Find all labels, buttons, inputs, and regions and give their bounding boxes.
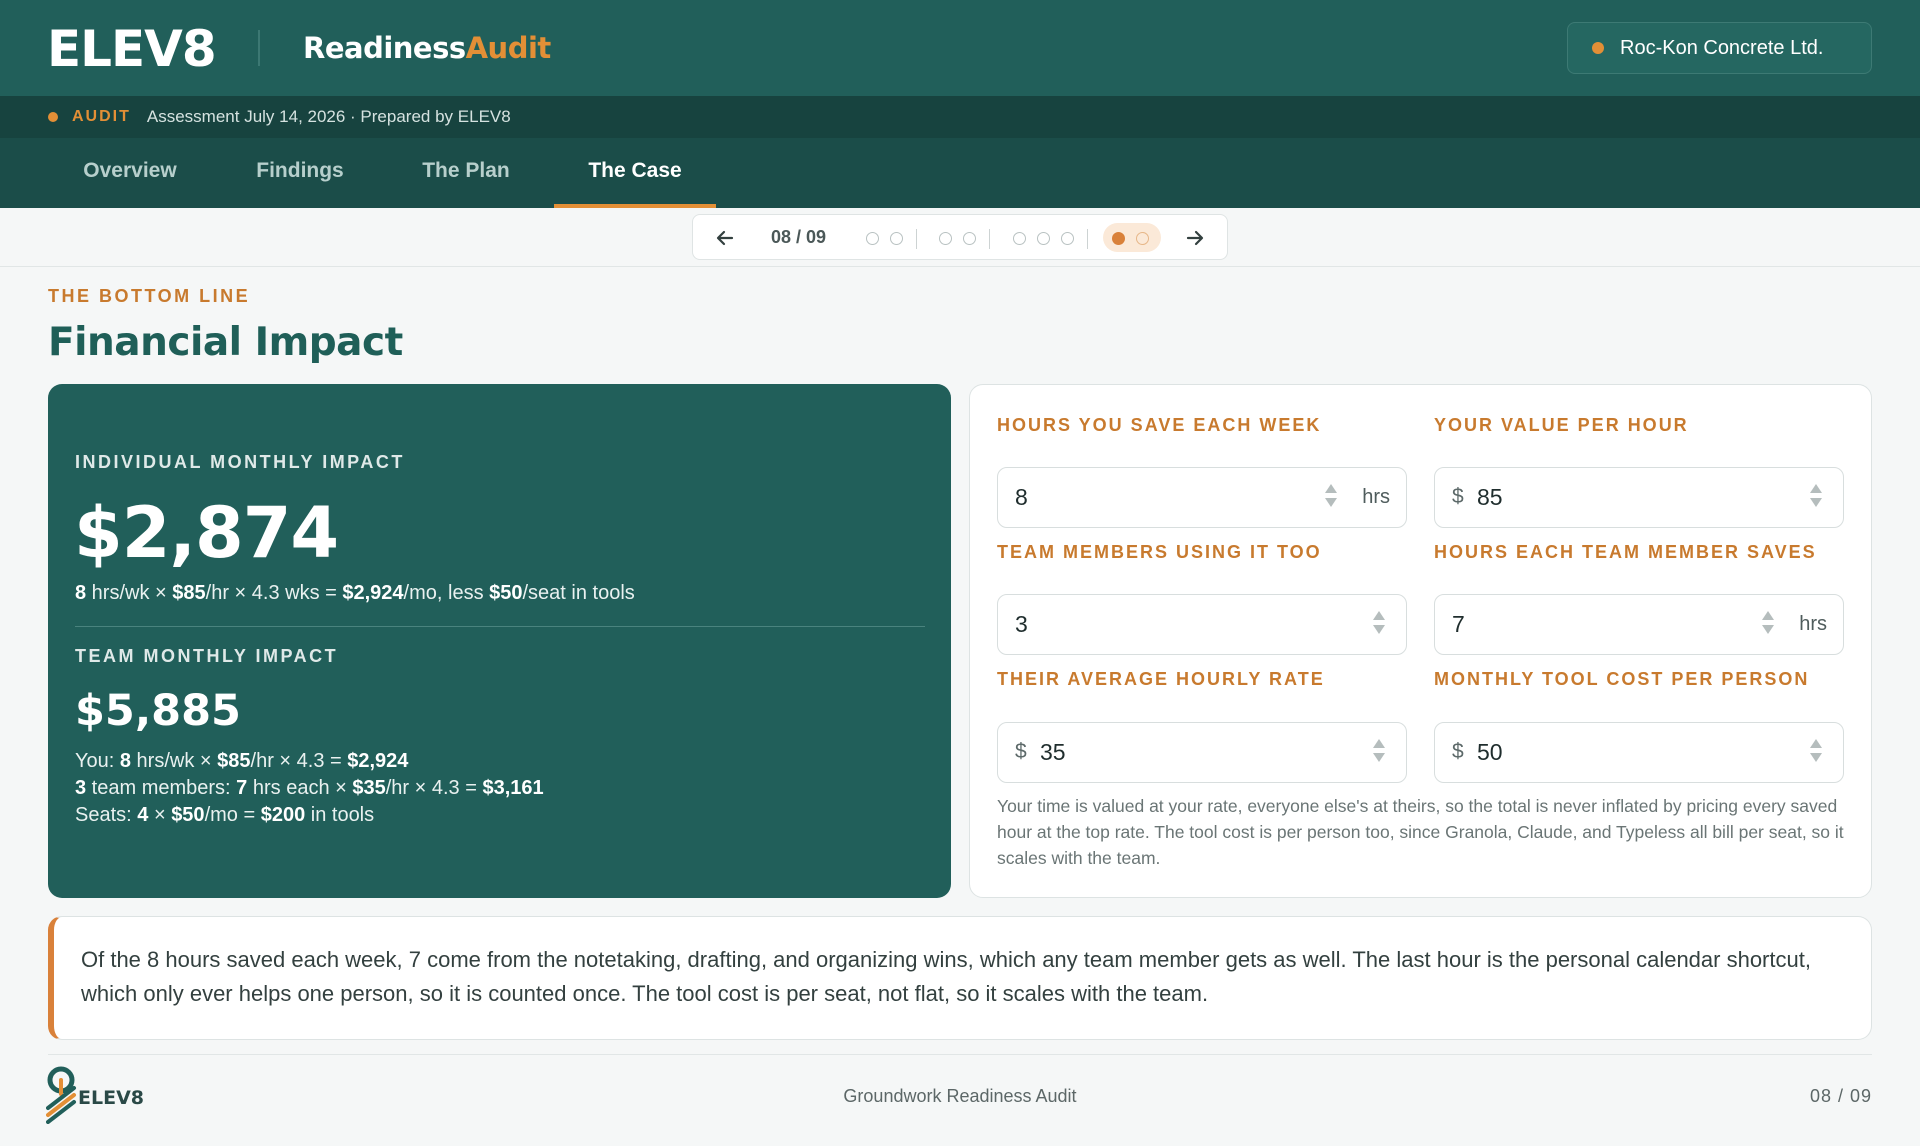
- pager-separator: [989, 229, 990, 249]
- pager-dot-2[interactable]: [890, 232, 903, 245]
- pager-separator: [1087, 229, 1088, 249]
- hours-saved-value[interactable]: 8: [1015, 484, 1028, 511]
- slide-pager: 08 / 09: [692, 214, 1228, 260]
- tool-cost-label: MONTHLY TOOL COST PER PERSON: [1434, 669, 1810, 689]
- pager-dot-9[interactable]: [1136, 232, 1149, 245]
- hours-saved-label: HOURS YOU SAVE EACH WEEK: [997, 415, 1322, 435]
- callout-text: Of the 8 hours saved each week, 7 come f…: [81, 947, 1811, 1006]
- team-members-input[interactable]: 3: [997, 594, 1407, 655]
- footer-title: Groundwork Readiness Audit: [843, 1086, 1077, 1106]
- pager-dot-6[interactable]: [1037, 232, 1050, 245]
- member-hours-label: HOURS EACH TEAM MEMBER SAVES: [1434, 542, 1817, 562]
- arrow-right-icon[interactable]: [1185, 228, 1205, 248]
- hourly-value-label: YOUR VALUE PER HOUR: [1434, 415, 1689, 435]
- stepper-icon[interactable]: [1372, 739, 1386, 767]
- section-eyebrow: THE BOTTOM LINE: [48, 286, 251, 306]
- stepper-icon[interactable]: [1372, 611, 1386, 639]
- product-name-accent: Audit: [465, 31, 552, 65]
- stepper-icon[interactable]: [1809, 484, 1823, 512]
- calculator-form: HOURS YOU SAVE EACH WEEK 8 hrs YOUR VALU…: [969, 384, 1872, 898]
- product-name-main: Readiness: [303, 31, 466, 65]
- tab-the-plan[interactable]: The Plan: [393, 138, 539, 208]
- team-impact-value: $5,885: [75, 686, 241, 736]
- pager-dot-1[interactable]: [866, 232, 879, 245]
- individual-impact-value: $2,874: [74, 492, 339, 574]
- tab-overview[interactable]: Overview: [48, 138, 212, 208]
- calculation-note: Your time is valued at your rate, everyo…: [997, 796, 1844, 868]
- footer-page-number: 08 / 09: [1809, 1086, 1872, 1106]
- audit-tag: AUDIT: [72, 108, 131, 125]
- hours-saved-input[interactable]: 8 hrs: [997, 467, 1407, 528]
- currency-prefix: $: [1015, 740, 1027, 763]
- pager-dot-4[interactable]: [963, 232, 976, 245]
- stepper-icon[interactable]: [1809, 739, 1823, 767]
- individual-impact-label: INDIVIDUAL MONTHLY IMPACT: [75, 452, 405, 472]
- pager-separator: [916, 229, 917, 249]
- member-hours-input[interactable]: 7 hrs: [1434, 594, 1844, 655]
- status-dot-icon: [1592, 42, 1604, 54]
- tab-the-case[interactable]: The Case: [554, 138, 716, 208]
- team-line-seats: Seats: 4 × $50/mo = $200 in tools: [75, 804, 375, 826]
- tab-bar: Overview Findings The Plan The Case: [0, 138, 1920, 208]
- pager-dot-8[interactable]: [1112, 232, 1125, 245]
- average-rate-value[interactable]: 35: [1040, 739, 1066, 766]
- top-header: ELEV8 ReadinessAudit Roc-Kon Concrete Lt…: [0, 0, 1920, 96]
- tab-findings[interactable]: Findings: [232, 138, 368, 208]
- header-divider: [258, 30, 260, 66]
- footer-divider: [48, 1054, 1872, 1055]
- member-hours-value[interactable]: 7: [1452, 611, 1465, 638]
- tool-cost-input[interactable]: $ 50: [1434, 722, 1844, 783]
- impact-divider: [75, 626, 925, 627]
- page-title: Financial Impact: [48, 320, 403, 365]
- pager-count: 08 / 09: [771, 227, 827, 247]
- individual-formula: 8 hrs/wk × $85/hr × 4.3 wks = $2,924/mo,…: [75, 582, 635, 604]
- client-name: Roc-Kon Concrete Ltd.: [1620, 36, 1824, 59]
- pager-dot-3[interactable]: [939, 232, 952, 245]
- audit-meta: Assessment July 14, 2026 · Prepared by E…: [146, 107, 511, 126]
- arrow-left-icon[interactable]: [715, 228, 735, 248]
- team-members-label: TEAM MEMBERS USING IT TOO: [997, 542, 1322, 562]
- currency-prefix: $: [1452, 485, 1464, 508]
- team-line-members: 3 team members: 7 hrs each × $35/hr × 4.…: [75, 777, 544, 799]
- product-name: ReadinessAudit: [303, 31, 551, 65]
- team-members-value[interactable]: 3: [1015, 611, 1028, 638]
- average-rate-label: THEIR AVERAGE HOURLY RATE: [997, 669, 1325, 689]
- impact-card: INDIVIDUAL MONTHLY IMPACT $2,874 8 hrs/w…: [48, 384, 951, 898]
- hourly-value-value[interactable]: 85: [1477, 484, 1503, 511]
- explanation-callout: Of the 8 hours saved each week, 7 come f…: [48, 916, 1872, 1040]
- stepper-icon[interactable]: [1761, 611, 1775, 639]
- pager-divider: [0, 266, 1920, 267]
- audit-meta-bar: AUDIT Assessment July 14, 2026 · Prepare…: [0, 96, 1920, 138]
- stepper-icon[interactable]: [1324, 484, 1338, 512]
- currency-prefix: $: [1452, 740, 1464, 763]
- pager-dot-7[interactable]: [1061, 232, 1074, 245]
- average-rate-input[interactable]: $ 35: [997, 722, 1407, 783]
- audit-dot-icon: [48, 112, 58, 122]
- team-impact-label: TEAM MONTHLY IMPACT: [75, 646, 339, 666]
- hours-unit: hrs: [1362, 486, 1390, 508]
- hours-unit: hrs: [1799, 613, 1827, 635]
- client-badge[interactable]: Roc-Kon Concrete Ltd.: [1567, 22, 1872, 74]
- tool-cost-value[interactable]: 50: [1477, 739, 1503, 766]
- pager-dot-5[interactable]: [1013, 232, 1026, 245]
- brand-logo[interactable]: ELEV8: [47, 20, 217, 78]
- hourly-value-input[interactable]: $ 85: [1434, 467, 1844, 528]
- team-line-you: You: 8 hrs/wk × $85/hr × 4.3 = $2,924: [75, 750, 409, 772]
